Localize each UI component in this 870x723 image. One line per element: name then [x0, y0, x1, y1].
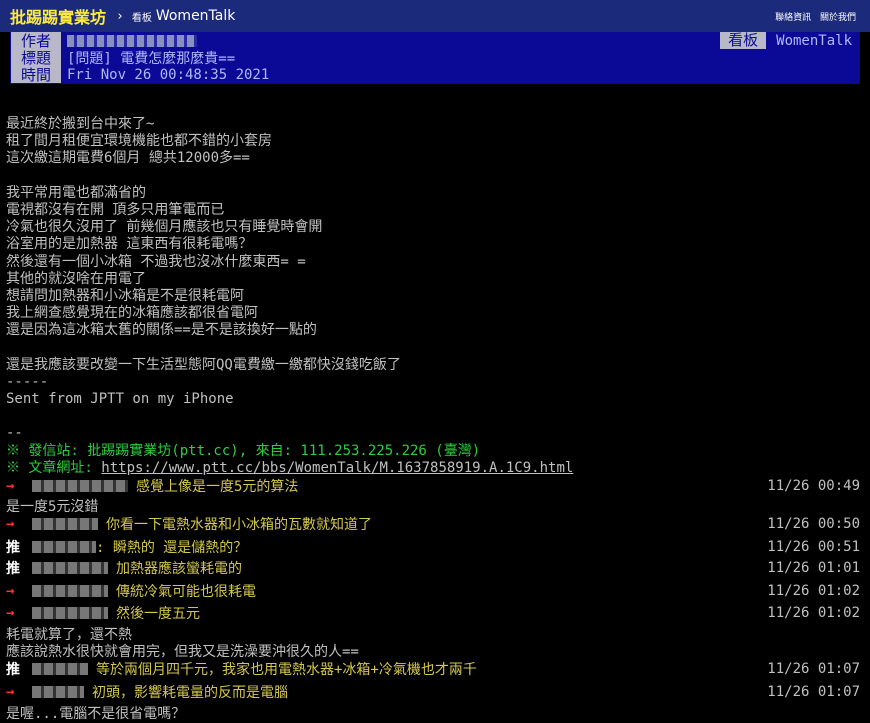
board-meta: 看板 WomenTalk: [720, 32, 852, 49]
body-line: [6, 168, 862, 185]
push-time: 11/26 00:49: [767, 478, 860, 494]
body-line: 租了間月租便宜環境機能也都不錯的小套房: [6, 133, 272, 150]
body-line: 浴室用的是加熱器 這東西有很耗電嗎？: [6, 236, 253, 253]
body-line: [6, 339, 862, 356]
body-line: 想請問加熱器和小冰箱是不是很耗電阿: [6, 287, 244, 304]
push-content: 你看一下電熱水器和小冰箱的瓦數就知道了: [106, 517, 372, 533]
body-line: 冷氣也很久沒用了 前幾個月應該也只有睡覺時會開: [6, 219, 323, 236]
body-line: 電視都沒有在開 頂多只用筆電而已: [6, 201, 225, 218]
time-row: 時間 Fri Nov 26 00:48:35 2021: [10, 66, 860, 84]
push-tag: →: [6, 516, 15, 532]
body-line: Sent from JPTT on my iPhone: [6, 391, 234, 407]
user-id-redacted: [32, 480, 128, 492]
user-id-redacted: [32, 518, 98, 530]
user-id-redacted: [32, 663, 88, 675]
author-value-redacted: [67, 33, 197, 49]
about-link[interactable]: 關於我們: [820, 13, 856, 23]
body-line: 我上網查感覺現在的冰箱應該都很省電阿: [6, 305, 258, 322]
push-tag: →: [6, 684, 15, 700]
body-line: 我平常用電也都滿省的: [6, 184, 146, 201]
reply-line: 是喔...電腦不是很省電嗎？: [6, 706, 186, 722]
push-tag: →: [6, 478, 15, 494]
push-tag: →: [6, 583, 15, 599]
user-id-redacted: [32, 562, 108, 574]
body-line: 然後還有一個小冰箱 不過我也沒冰什麼東西= =: [6, 253, 306, 270]
push-row: → 傳統冷氣可能也很耗電 11/26 01:02: [6, 579, 860, 603]
user-id-redacted: [32, 686, 84, 698]
push-row: 推 等於兩個月四千元，我家也用電熱水器+冰箱+冷氣機也才兩千 11/26 01:…: [6, 657, 860, 681]
body-line: [6, 408, 862, 425]
push-time: 11/26 01:02: [767, 583, 860, 599]
push-time: 11/26 00:50: [767, 516, 860, 532]
body-line: 還是我應該要改變一下生活型態阿QQ電費繳一繳都快沒錢吃飯了: [6, 356, 401, 373]
push-row: → 感覺上像是一度5元的算法 11/26 00:49: [6, 474, 860, 498]
push-time: 11/26 01:02: [767, 605, 860, 621]
board-value: WomenTalk: [776, 32, 852, 49]
time-value: Fri Nov 26 00:48:35 2021: [67, 66, 270, 83]
push-time: 11/26 01:07: [767, 661, 860, 677]
push-row: → 初頭，影響耗電量的反而是電腦 11/26 01:07: [6, 680, 860, 704]
article-body: 最近終於搬到台中來了~ 租了間月租便宜環境機能也都不錯的小套房 這次繳這期電費6…: [6, 116, 862, 477]
board-tag: 看板: [131, 12, 152, 24]
from-line: ※ 發信站: 批踢踢實業坊(ptt.cc), 來自: 111.253.225.2…: [6, 442, 481, 459]
user-id-redacted: [32, 607, 108, 619]
site-name-link[interactable]: 批踢踢實業坊: [10, 4, 106, 28]
article-meta: 作者 標題 [問題] 電費怎麼那麼貴== 時間 Fri Nov 26 00:48…: [10, 32, 860, 84]
push-tag: 推: [6, 540, 20, 556]
body-line: 其他的就沒啥在用電了: [6, 270, 146, 287]
push-time: 11/26 01:01: [767, 560, 860, 576]
push-tag: 推: [6, 561, 20, 577]
user-id-redacted: [32, 585, 108, 597]
push-time: 11/26 00:51: [767, 539, 860, 555]
breadcrumb-separator: ›: [116, 8, 124, 24]
title-row: 標題 [問題] 電費怎麼那麼貴==: [10, 49, 860, 67]
user-id-redacted: [32, 541, 96, 553]
push-row: → 然後一度五元 11/26 01:02: [6, 601, 860, 625]
push-time: 11/26 01:07: [767, 684, 860, 700]
push-content: 感覺上像是一度5元的算法: [136, 479, 299, 495]
body-line: --: [6, 425, 23, 442]
board-link[interactable]: WomenTalk: [156, 8, 236, 24]
push-tag: 推: [6, 662, 20, 678]
top-bar: 批踢踢實業坊 › 看板 WomenTalk 聯絡資訊 關於我們: [0, 0, 870, 32]
push-content: 傳統冷氣可能也很耗電: [116, 584, 256, 600]
body-line: 這次繳這期電費6個月 總共12000多==: [6, 150, 250, 167]
push-content: 然後一度五元: [116, 606, 200, 622]
push-tag: →: [6, 605, 15, 621]
board-key: 看板: [720, 32, 767, 49]
body-line: 最近終於搬到台中來了~: [6, 116, 155, 132]
title-value: [問題] 電費怎麼那麼貴==: [67, 50, 236, 67]
push-content: 初頭，影響耗電量的反而是電腦: [92, 685, 288, 701]
body-line: -----: [6, 373, 49, 390]
contact-link[interactable]: 聯絡資訊: [775, 13, 811, 23]
body-line: 還是因為這冰箱太舊的關係==是不是該換好一點的: [6, 322, 317, 339]
top-links: 聯絡資訊 關於我們: [769, 10, 856, 23]
push-row: 推 加熱器應該蠻耗電的 11/26 01:01: [6, 556, 860, 580]
push-row: → 你看一下電熱水器和小冰箱的瓦數就知道了 11/26 00:50: [6, 512, 860, 536]
push-content: 加熱器應該蠻耗電的: [116, 561, 242, 577]
push-content: 等於兩個月四千元，我家也用電熱水器+冰箱+冷氣機也才兩千: [96, 662, 477, 678]
time-key: 時間: [11, 66, 61, 84]
push-content: : 瞬熱的 還是儲熱的？: [96, 540, 248, 556]
